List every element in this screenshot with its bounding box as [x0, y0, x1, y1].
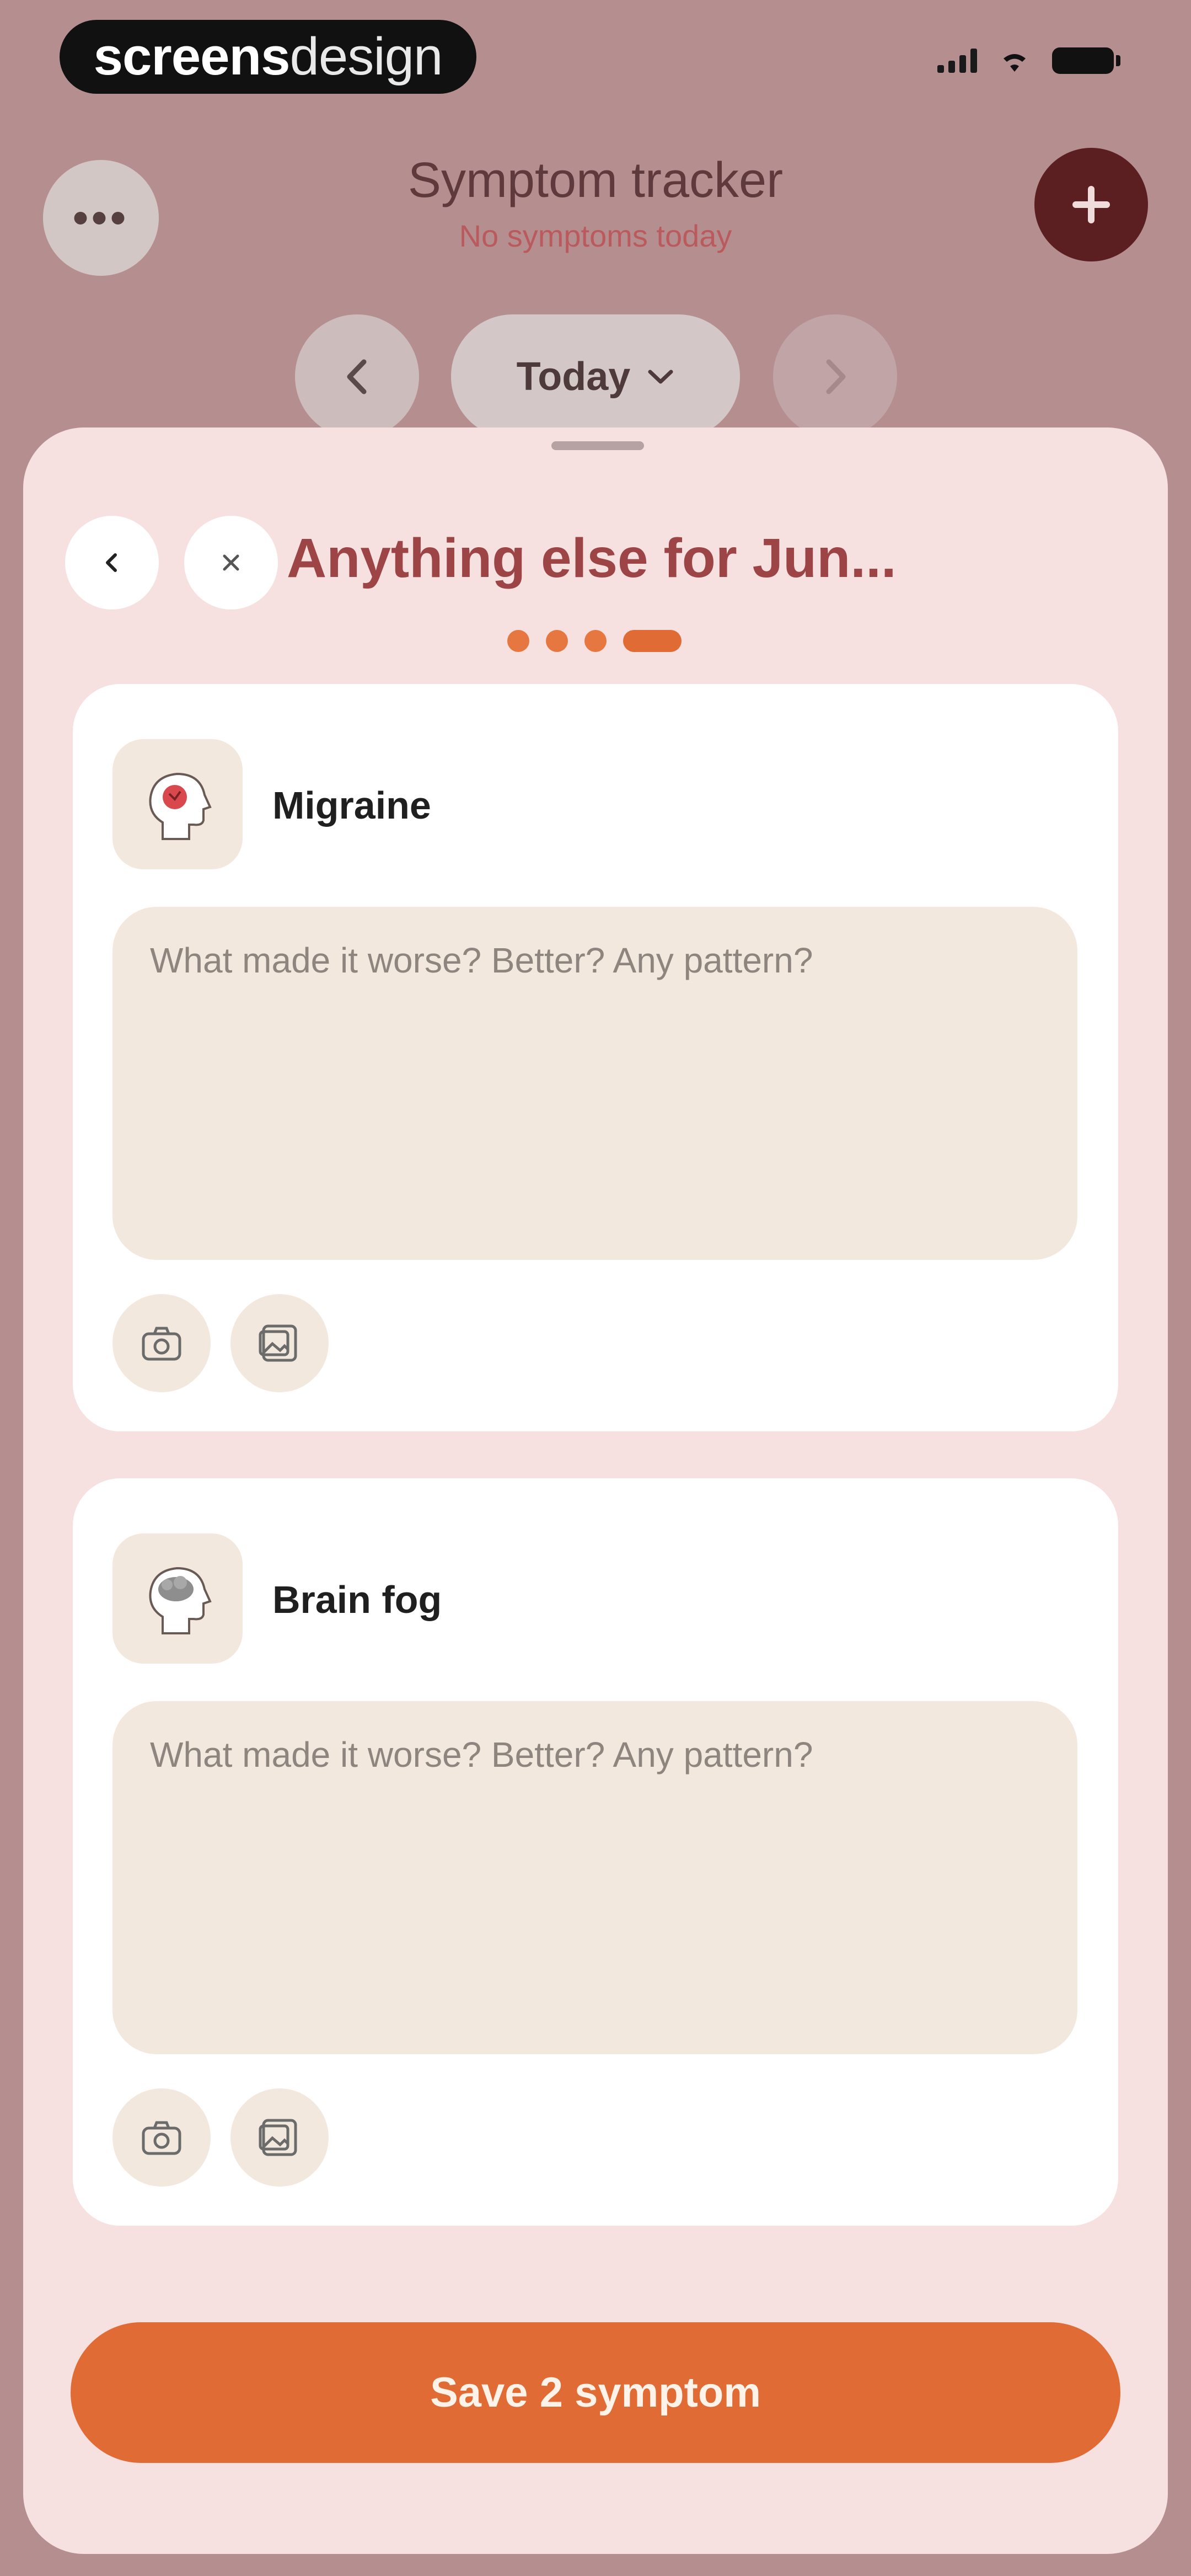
sheet-title: Anything else for Jun... [287, 527, 897, 589]
gallery-icon [259, 1324, 297, 1362]
previous-day-button[interactable] [295, 314, 419, 439]
step-dot [546, 630, 568, 652]
migraine-head-icon [112, 739, 243, 869]
logo-text-bold: screens [93, 27, 291, 86]
gallery-icon [259, 2119, 297, 2156]
logo-text-light: design [289, 27, 443, 86]
camera-button[interactable] [112, 2088, 211, 2187]
symptom-name: Migraine [272, 784, 431, 827]
save-button-label: Save 2 symptom [430, 2369, 761, 2416]
back-button[interactable] [65, 516, 159, 610]
wifi-icon [1004, 54, 1026, 72]
add-symptom-button[interactable] [1034, 148, 1148, 261]
gallery-button[interactable] [230, 1294, 329, 1392]
symptom-note-input[interactable]: What made it worse? Better? Any pattern? [112, 1701, 1077, 2054]
status-bar [937, 47, 1120, 74]
symptom-card-brain-fog: Brain fog What made it worse? Better? An… [73, 1478, 1118, 2226]
gallery-button[interactable] [230, 2088, 329, 2187]
page-title: Symptom tracker [407, 153, 784, 208]
date-selector-label: Today [516, 354, 631, 399]
symptom-name: Brain fog [272, 1578, 442, 1621]
next-day-button[interactable] [773, 314, 897, 439]
plus-icon [1072, 186, 1110, 223]
sheet-grabber[interactable] [551, 441, 644, 450]
camera-icon [142, 1327, 181, 1361]
battery-icon [1052, 47, 1120, 74]
date-selector[interactable]: Today [451, 314, 740, 439]
chevron-left-icon [106, 553, 117, 572]
symptom-note-input[interactable]: What made it worse? Better? Any pattern? [112, 907, 1077, 1260]
signal-icon [937, 49, 977, 73]
chevron-left-icon [347, 359, 366, 394]
step-dot-active [623, 630, 682, 652]
note-placeholder: What made it worse? Better? Any pattern? [150, 940, 813, 980]
note-placeholder: What made it worse? Better? Any pattern? [150, 1735, 813, 1775]
step-indicator [507, 630, 682, 652]
brain-fog-head-icon [112, 1533, 243, 1664]
close-icon [223, 554, 239, 571]
save-symptoms-button[interactable]: Save 2 symptom [71, 2322, 1120, 2463]
step-dot [507, 630, 529, 652]
chevron-down-icon [648, 370, 673, 383]
screensdesign-logo: screens design [60, 20, 476, 94]
page-subtitle: No symptoms today [459, 218, 732, 253]
camera-icon [142, 2121, 181, 2155]
symptom-card-migraine: Migraine What made it worse? Better? Any… [73, 684, 1118, 1431]
camera-button[interactable] [112, 1294, 211, 1392]
step-dot [584, 630, 607, 652]
close-button[interactable] [184, 516, 278, 610]
chevron-right-icon [826, 359, 845, 394]
